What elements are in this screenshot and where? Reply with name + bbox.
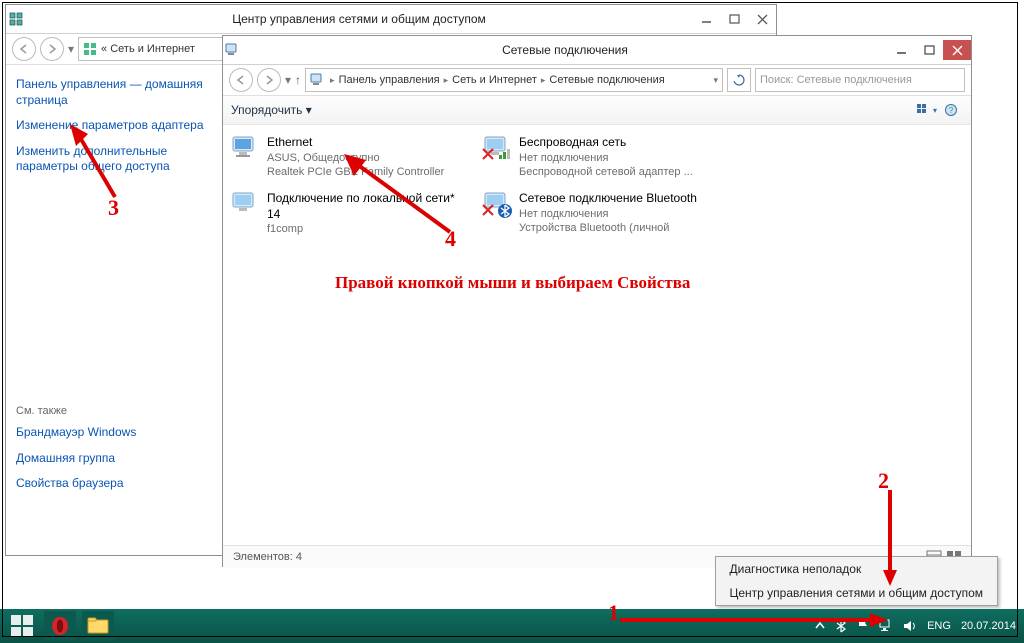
ncs-sharing-link[interactable]: Изменить дополнительные параметры общего… [16,144,216,175]
bluetooth-icon [483,191,513,225]
nc-icon [223,43,243,57]
conn-wireless[interactable]: Беспроводная сеть Нет подключения Беспро… [481,133,723,181]
ncs-adapter-link[interactable]: Изменение параметров адаптера [16,118,216,134]
nc-titlebar: Сетевые подключения [223,36,971,65]
nc-search[interactable]: Поиск: Сетевые подключения [755,68,965,92]
nc-min-button[interactable] [887,40,915,60]
start-button[interactable] [6,611,38,641]
nc-title: Сетевые подключения [243,43,887,57]
conn-lan14[interactable]: Подключение по локальной сети* 14 f1comp [229,189,471,238]
nc-max-button[interactable] [915,40,943,60]
explorer-icon[interactable] [82,611,114,641]
opera-icon[interactable] [44,611,76,641]
nc-close-button[interactable] [943,40,971,60]
conn-ethernet[interactable]: Ethernet ASUS, Общедоступно Realtek PCIe… [229,133,471,181]
tray-up-icon[interactable] [815,621,825,631]
tray-flag-icon[interactable] [857,619,869,633]
nc-window: Сетевые подключения ▾ ↑ ▸ Панель управле… [222,35,972,567]
tray-network-icon[interactable] [879,619,893,633]
conn-bluetooth[interactable]: Сетевое подключение Bluetooth Нет подклю… [481,189,723,238]
firewall-link[interactable]: Брандмауэр Windows [16,425,216,441]
nc-forward-button[interactable] [257,68,281,92]
taskbar: ENG 20.07.2014 [0,609,1024,643]
wireless-icon [483,135,513,169]
ncs-home-link[interactable]: Панель управления — домашняя страница [16,77,216,108]
forward-button[interactable] [40,37,64,61]
nc-toolbar: Упорядочить ▾ ▾ ? [223,96,971,125]
browser-props-link[interactable]: Свойства браузера [16,476,216,492]
tray-lang[interactable]: ENG [927,620,951,632]
ncs-max-button[interactable] [720,9,748,29]
organize-button[interactable]: Упорядочить ▾ [231,103,312,117]
nc-breadcrumb[interactable]: ▸ Панель управления ▸ Сеть и Интернет ▸ … [305,68,723,92]
back-button[interactable] [12,37,36,61]
ethernet-icon [231,135,261,169]
menu-network-center[interactable]: Центр управления сетями и общим доступом [716,581,998,605]
ncs-titlebar: Центр управления сетями и общим доступом [6,5,776,34]
tray-clock[interactable]: 20.07.2014 [961,620,1016,632]
ncs-sidebar: Панель управления — домашняя страница Из… [6,65,227,555]
svg-text:?: ? [949,106,954,115]
view-button[interactable]: ▾ [915,99,939,121]
help-button[interactable]: ? [939,99,963,121]
nc-back-button[interactable] [229,68,253,92]
tray-bt-icon[interactable] [835,619,847,633]
menu-diagnose[interactable]: Диагностика неполадок [716,557,998,581]
refresh-button[interactable] [727,68,751,92]
nc-body: Ethernet ASUS, Общедоступно Realtek PCIe… [223,125,971,545]
homegroup-link[interactable]: Домашняя группа [16,451,216,467]
tray-context-menu: Диагностика неполадок Центр управления с… [715,556,999,606]
tray-volume-icon[interactable] [903,619,917,633]
nc-navstrip: ▾ ↑ ▸ Панель управления ▸ Сеть и Интерне… [223,65,971,96]
see-also-label: См. также [16,405,216,417]
lan-icon [231,191,261,225]
ncs-close-button[interactable] [748,9,776,29]
ncs-title: Центр управления сетями и общим доступом [26,12,692,26]
ncs-icon [6,12,26,26]
ncs-min-button[interactable] [692,9,720,29]
